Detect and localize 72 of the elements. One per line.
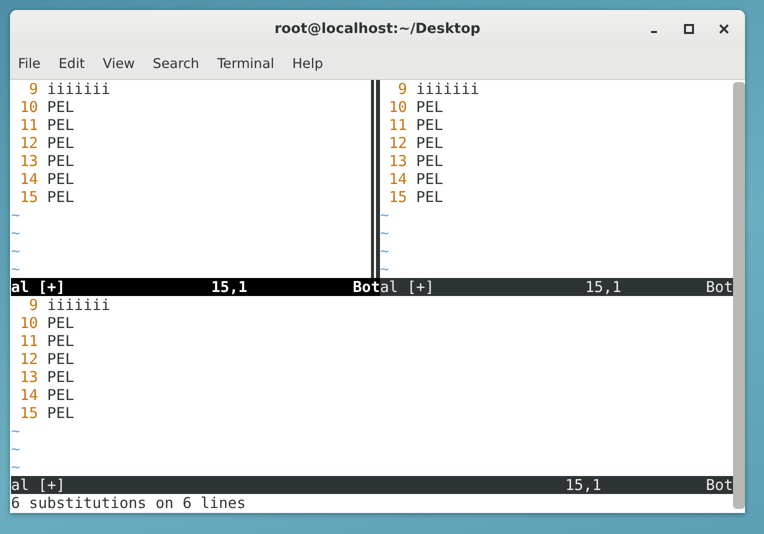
cursor-position: 15,1 <box>585 278 622 296</box>
file-name: al [+] <box>380 278 434 296</box>
file-name: al [+] <box>11 278 66 296</box>
line-number: 12 <box>19 134 38 152</box>
menu-item[interactable]: Help <box>292 56 332 72</box>
line-number: 11 <box>388 116 408 134</box>
code-line: PEL <box>416 134 444 152</box>
cursor-position: 15,1 <box>565 476 602 494</box>
line-number: 14 <box>388 170 408 188</box>
line-number: 11 <box>19 116 38 134</box>
maximize-icon[interactable] <box>684 24 694 34</box>
empty-line-marker: ~ <box>380 206 390 224</box>
code-line: PEL <box>47 386 74 404</box>
line-number: 13 <box>19 152 38 170</box>
empty-line-marker: ~ <box>11 440 20 458</box>
code-line: iiiiiii <box>47 296 110 314</box>
line-number: 11 <box>19 332 38 350</box>
empty-line-marker: ~ <box>11 260 20 278</box>
code-line: PEL <box>47 188 74 206</box>
window-title: root@localhost:~/Desktop <box>274 21 480 37</box>
code-line: PEL <box>47 314 74 332</box>
command-message: 6 substitutions on 6 lines <box>11 494 246 512</box>
line-number: 9 <box>28 80 38 98</box>
line-number: 9 <box>28 296 38 314</box>
code-line: PEL <box>47 404 74 422</box>
scroll-position: Bot <box>352 278 380 296</box>
empty-line-marker: ~ <box>380 260 390 278</box>
line-number: 12 <box>19 350 38 368</box>
line-number: 10 <box>388 98 408 116</box>
line-number: 14 <box>19 170 38 188</box>
code-line: PEL <box>47 170 74 188</box>
code-line: PEL <box>47 98 74 116</box>
code-line: iiiiiii <box>416 80 480 98</box>
line-number: 10 <box>19 314 38 332</box>
cursor-position: 15,1 <box>211 278 248 296</box>
menu-item[interactable]: File <box>18 56 49 72</box>
empty-line-marker: ~ <box>11 224 20 242</box>
line-number: 10 <box>19 98 38 116</box>
code-line: PEL <box>47 350 74 368</box>
empty-line-marker: ~ <box>380 224 390 242</box>
empty-line-marker: ~ <box>380 242 390 260</box>
line-number: 15 <box>19 188 38 206</box>
empty-line-marker: ~ <box>11 458 20 476</box>
line-number: 13 <box>388 152 408 170</box>
line-number: 9 <box>397 80 408 98</box>
line-number: 13 <box>19 368 38 386</box>
line-number: 15 <box>388 188 408 206</box>
code-line: PEL <box>416 98 444 116</box>
line-number: 12 <box>388 134 408 152</box>
line-number: 14 <box>19 386 38 404</box>
code-line: PEL <box>47 134 74 152</box>
code-line: iiiiiii <box>47 80 110 98</box>
file-name: al [+] <box>11 476 66 494</box>
code-line: PEL <box>47 368 74 386</box>
menu-item[interactable]: View <box>102 56 143 72</box>
empty-line-marker: ~ <box>11 422 20 440</box>
close-icon[interactable] <box>719 24 729 34</box>
menu-item[interactable]: Edit <box>58 56 93 72</box>
menu-item[interactable]: Search <box>152 56 208 72</box>
code-line: PEL <box>416 152 444 170</box>
menu-item[interactable]: Terminal <box>217 56 282 72</box>
code-line: PEL <box>416 188 444 206</box>
code-line: PEL <box>416 116 444 134</box>
code-line: PEL <box>47 332 74 350</box>
code-line: PEL <box>416 170 444 188</box>
empty-line-marker: ~ <box>11 206 20 224</box>
scroll-position: Bot <box>706 476 733 494</box>
scroll-position: Bot <box>706 278 733 296</box>
code-line: PEL <box>47 116 74 134</box>
empty-line-marker: ~ <box>11 242 20 260</box>
code-line: PEL <box>47 152 74 170</box>
line-number: 15 <box>19 404 38 422</box>
